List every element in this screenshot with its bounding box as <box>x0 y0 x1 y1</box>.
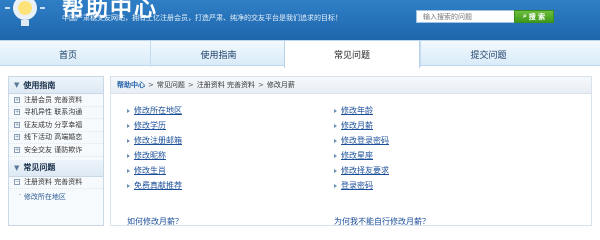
site-slogan: 中国严肃稳交友网站，拥有上亿注册会员，打造严肃、纯净的交友平台是我们追求的目标！ <box>62 14 342 22</box>
tab-home[interactable]: 首页 <box>0 41 136 67</box>
search-button[interactable]: ⌕ 搜 索 <box>514 10 554 23</box>
breadcrumb-item[interactable]: 常见问题 <box>157 80 185 90</box>
arrow-bullet-icon <box>334 138 337 143</box>
faq-link-label: 修改注册邮箱 <box>134 136 182 145</box>
faq-link-label: 修改学历 <box>134 121 166 130</box>
search-input[interactable] <box>416 10 530 23</box>
faq-link[interactable]: 修改星座 <box>334 148 389 163</box>
sidebar-subitem-label: 修改所在地区 <box>23 193 66 201</box>
faq-link[interactable]: 修改学历 <box>127 118 182 133</box>
faq-link-label: 修改所在地区 <box>134 106 182 115</box>
expand-box-icon: + <box>14 146 20 153</box>
faq-link-label: 登录密码 <box>341 181 373 190</box>
sidebar-subitem[interactable]: · 修改所在地区 <box>9 189 103 207</box>
search-button-label: 搜 索 <box>528 12 546 21</box>
arrow-bullet-icon <box>127 153 130 158</box>
sidebar-item-label: 注册会员 完善资料 <box>24 95 83 104</box>
faq-link[interactable]: 修改月薪 <box>334 118 389 133</box>
arrow-bullet-icon <box>334 168 337 173</box>
main-nav: 首页 使用指南 常见问题 提交问题 <box>0 40 600 68</box>
expand-box-icon: + <box>14 109 20 116</box>
faq-link[interactable]: 修改择友要求 <box>334 163 389 178</box>
faq-link[interactable]: 修改生肖 <box>127 163 182 178</box>
arrow-bullet-icon <box>334 183 337 188</box>
expand-box-icon: + <box>14 121 20 128</box>
faq-link-label: 修改星座 <box>341 151 373 160</box>
breadcrumb-current: 修改月薪 <box>266 81 295 89</box>
faq-question-heading[interactable]: 为何我不能自行修改月薪？ <box>334 216 430 227</box>
sidebar-item-label: 注册资料 完善资料 <box>24 178 83 187</box>
sidebar-item-label: 寻机异性 联系沟通 <box>24 108 83 117</box>
arrow-bullet-icon <box>127 183 130 188</box>
faq-link[interactable]: 修改昵称 <box>127 148 182 163</box>
arrow-bullet-icon <box>334 123 337 128</box>
faq-link[interactable]: 修改注册邮箱 <box>127 133 182 148</box>
tab-faq[interactable]: 常见问题 <box>284 41 420 68</box>
sidebar-item-label: 安全交友 谨防欺诈 <box>24 145 83 154</box>
faq-link[interactable]: 修改所在地区 <box>127 103 182 118</box>
sidebar-item-label: 线下活动 高端婚恋 <box>24 133 83 142</box>
faq-list-right: 修改年龄 修改月薪 修改登录密码 修改星座 修改择友要求 登录密码 <box>334 103 389 193</box>
collapse-box-icon: − <box>14 179 20 186</box>
faq-link[interactable]: 登录密码 <box>334 178 389 193</box>
header-bar: 帮助中心 中国严肃稳交友网站，拥有上亿注册会员，打造严肃、纯净的交友平台是我们追… <box>0 0 600 40</box>
tab-guide[interactable]: 使用指南 <box>150 41 286 67</box>
sidebar-section-title: 常见问题 <box>23 163 56 172</box>
sidebar-section-title: 使用指南 <box>23 80 56 90</box>
tab-submit[interactable]: 提交问题 <box>420 41 556 67</box>
expand-box-icon: + <box>14 96 20 103</box>
breadcrumb-item[interactable]: 注册资料 完善资料 <box>197 80 255 90</box>
sidebar-item-offline[interactable]: + 线下活动 高端婚恋 <box>9 132 103 144</box>
collapse-arrow-icon: ▼ <box>14 81 20 89</box>
breadcrumb-separator: > <box>148 81 154 89</box>
faq-link-label: 免费真献推荐 <box>134 181 182 190</box>
faq-link[interactable]: 修改年龄 <box>334 103 389 118</box>
sidebar-item-success[interactable]: + 征友成功 分享幸福 <box>9 119 103 132</box>
main-panel: 帮助中心 > 常见问题 > 注册资料 完善资料 > 修改月薪 修改所在地区 修改… <box>110 76 592 226</box>
faq-link-label: 修改择友要求 <box>341 166 389 175</box>
lightbulb-logo-icon <box>5 0 45 26</box>
sidebar-item-profile[interactable]: − 注册资料 完善资料 <box>9 177 103 189</box>
faq-list-left: 修改所在地区 修改学历 修改注册邮箱 修改昵称 修改生肖 免费真献推荐 <box>127 103 182 193</box>
bullet-icon: · <box>19 192 21 199</box>
sidebar-item-label: 征友成功 分享幸福 <box>24 120 83 129</box>
breadcrumb: 帮助中心 > 常见问题 > 注册资料 完善资料 > 修改月薪 <box>111 77 591 94</box>
sidebar-section-faq[interactable]: ▼ 常见问题 <box>9 159 103 177</box>
faq-link-label: 修改月薪 <box>341 121 373 130</box>
faq-link-label: 修改登录密码 <box>341 136 389 145</box>
arrow-bullet-icon <box>127 168 130 173</box>
faq-link-label: 修改生肖 <box>134 166 166 175</box>
faq-link-label: 修改年龄 <box>341 106 373 115</box>
breadcrumb-home[interactable]: 帮助中心 <box>117 80 145 90</box>
search-icon: ⌕ <box>522 12 527 20</box>
expand-box-icon: + <box>14 134 20 141</box>
arrow-bullet-icon <box>127 123 130 128</box>
faq-link[interactable]: 免费真献推荐 <box>127 178 182 193</box>
faq-link-label: 修改昵称 <box>134 151 166 160</box>
arrow-bullet-icon <box>334 108 337 113</box>
sidebar-item-register[interactable]: + 注册会员 完善资料 <box>9 94 103 107</box>
sidebar: ▼ 使用指南 + 注册会员 完善资料 + 寻机异性 联系沟通 + 征友成功 分享幸福 … <box>8 76 104 226</box>
breadcrumb-separator: > <box>257 81 264 89</box>
arrow-bullet-icon <box>127 138 130 143</box>
sidebar-item-safety[interactable]: + 安全交友 谨防欺诈 <box>9 144 103 157</box>
breadcrumb-separator: > <box>187 81 194 89</box>
faq-link[interactable]: 修改登录密码 <box>334 133 389 148</box>
sidebar-item-find[interactable]: + 寻机异性 联系沟通 <box>9 107 103 119</box>
sidebar-section-guide[interactable]: ▼ 使用指南 <box>9 77 103 94</box>
arrow-bullet-icon <box>334 153 337 158</box>
collapse-arrow-icon: ▼ <box>14 163 20 172</box>
faq-question-heading[interactable]: 如何修改月薪？ <box>127 216 183 227</box>
arrow-bullet-icon <box>127 108 130 113</box>
